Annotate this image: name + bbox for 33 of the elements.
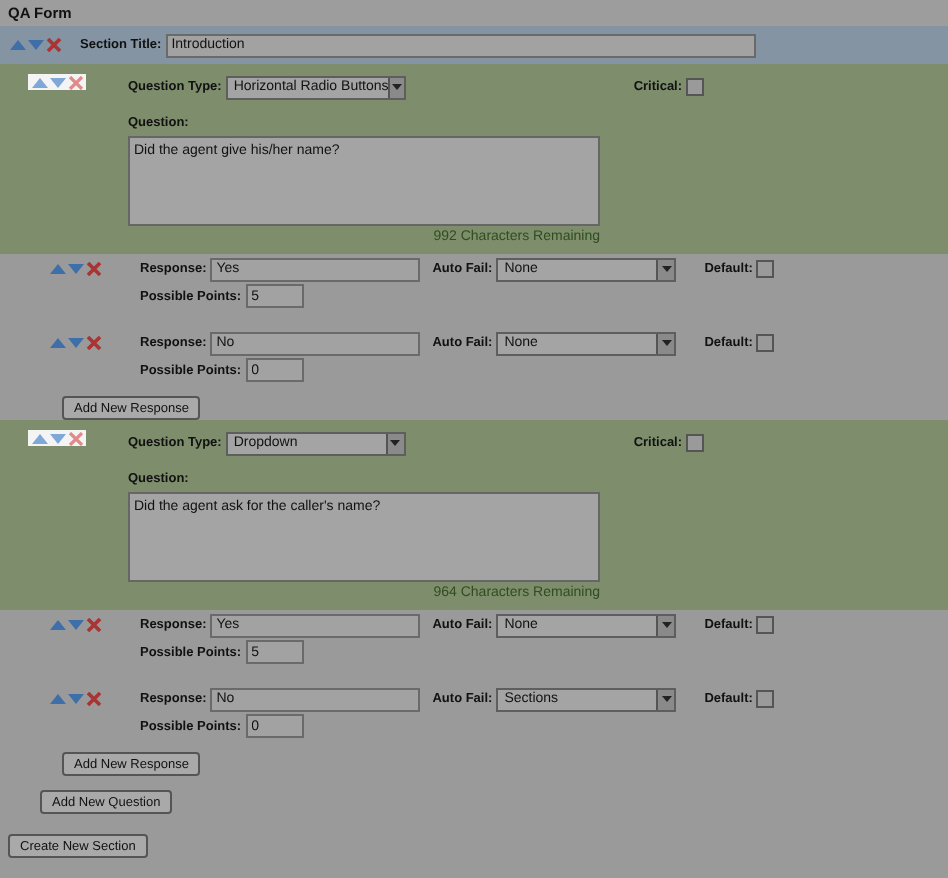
up-arrow-icon[interactable] (50, 262, 66, 276)
up-arrow-icon[interactable] (50, 336, 66, 350)
caret-icon (661, 622, 672, 628)
up-arrow-icon[interactable] (50, 618, 66, 632)
down-arrow-icon[interactable] (68, 692, 84, 706)
down-arrow-icon[interactable] (68, 262, 84, 276)
default-checkbox[interactable] (756, 334, 775, 352)
up-arrow-icon[interactable] (31, 75, 47, 89)
down-arrow-icon[interactable] (49, 75, 65, 89)
delete-icon[interactable] (67, 75, 83, 89)
delete-icon[interactable] (67, 431, 83, 445)
down-arrow-icon[interactable] (68, 618, 84, 632)
caret-icon (661, 340, 672, 346)
up-arrow-icon[interactable] (10, 38, 26, 52)
delete-icon[interactable] (86, 262, 102, 276)
down-arrow-icon[interactable] (49, 431, 65, 445)
caret-icon (661, 696, 672, 702)
up-arrow-icon[interactable] (50, 692, 66, 706)
delete-icon[interactable] (86, 692, 102, 706)
critical-checkbox[interactable] (686, 78, 705, 96)
down-arrow-icon[interactable] (68, 336, 84, 350)
default-checkbox[interactable] (756, 260, 775, 278)
up-arrow-icon[interactable] (31, 431, 47, 445)
delete-icon[interactable] (46, 38, 62, 52)
critical-checkbox[interactable] (686, 434, 705, 452)
delete-icon[interactable] (86, 336, 102, 350)
caret-icon (390, 440, 401, 446)
default-checkbox[interactable] (756, 616, 775, 634)
caret-icon (661, 266, 672, 272)
caret-icon (392, 84, 403, 90)
down-arrow-icon[interactable] (28, 38, 44, 52)
default-checkbox[interactable] (756, 690, 775, 708)
delete-icon[interactable] (86, 618, 102, 632)
